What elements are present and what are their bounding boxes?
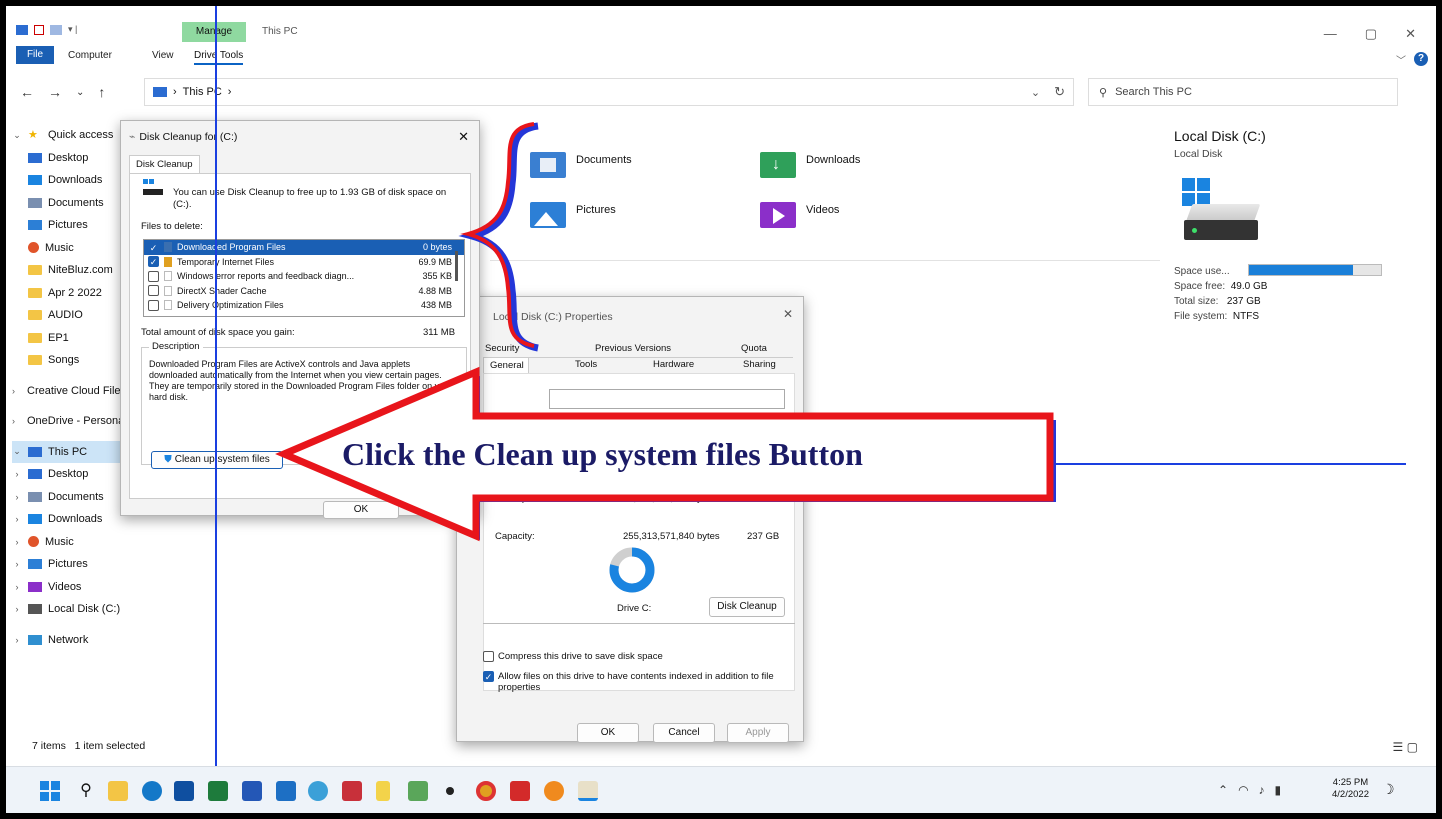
image-viewer-icon[interactable]: [408, 781, 428, 801]
notepad-icon[interactable]: [376, 781, 390, 801]
disk-cleanup-taskbar-icon[interactable]: [578, 781, 598, 801]
acrobat-icon[interactable]: [510, 781, 530, 801]
annotation-text: Click the Clean up system files Button: [342, 436, 863, 472]
tray-overflow-icon[interactable]: ⌃: [1218, 783, 1228, 797]
system-tray: ⌃ ◠ ♪ ▮: [1218, 783, 1281, 797]
word-icon[interactable]: [242, 781, 262, 801]
curly-brace-shadow: [458, 122, 539, 352]
obs-icon[interactable]: [446, 787, 454, 795]
wifi-icon[interactable]: ◠: [1238, 783, 1248, 797]
volume-icon[interactable]: ♪: [1259, 783, 1265, 797]
file-explorer-icon[interactable]: [108, 781, 128, 801]
store-icon[interactable]: [174, 781, 194, 801]
edge-icon[interactable]: [142, 781, 162, 801]
clock-date: 4/2/2022: [1332, 789, 1369, 800]
search-taskbar-icon[interactable]: ⚲: [76, 781, 96, 801]
clock[interactable]: 4:25 PM 4/2/2022: [1332, 777, 1369, 801]
creative-cloud-icon[interactable]: [544, 781, 564, 801]
annotation-overlay: [215, 6, 1406, 766]
start-icon[interactable]: [40, 781, 60, 801]
chrome-icon[interactable]: [476, 781, 496, 801]
taskbar: ⚲ ⌃ ◠ ♪ ▮ 4:25 PM 4/2/2022 ☽: [6, 766, 1436, 813]
clock-time: 4:25 PM: [1332, 777, 1369, 788]
notifications-icon[interactable]: ☽: [1382, 781, 1395, 798]
screenshot-frame: ▾ | Manage This PC File Computer View Dr…: [6, 6, 1436, 813]
outlook-icon[interactable]: [276, 781, 296, 801]
access-icon[interactable]: [342, 781, 362, 801]
excel-icon[interactable]: [208, 781, 228, 801]
battery-icon[interactable]: ▮: [1275, 783, 1282, 797]
photos-icon[interactable]: [308, 781, 328, 801]
